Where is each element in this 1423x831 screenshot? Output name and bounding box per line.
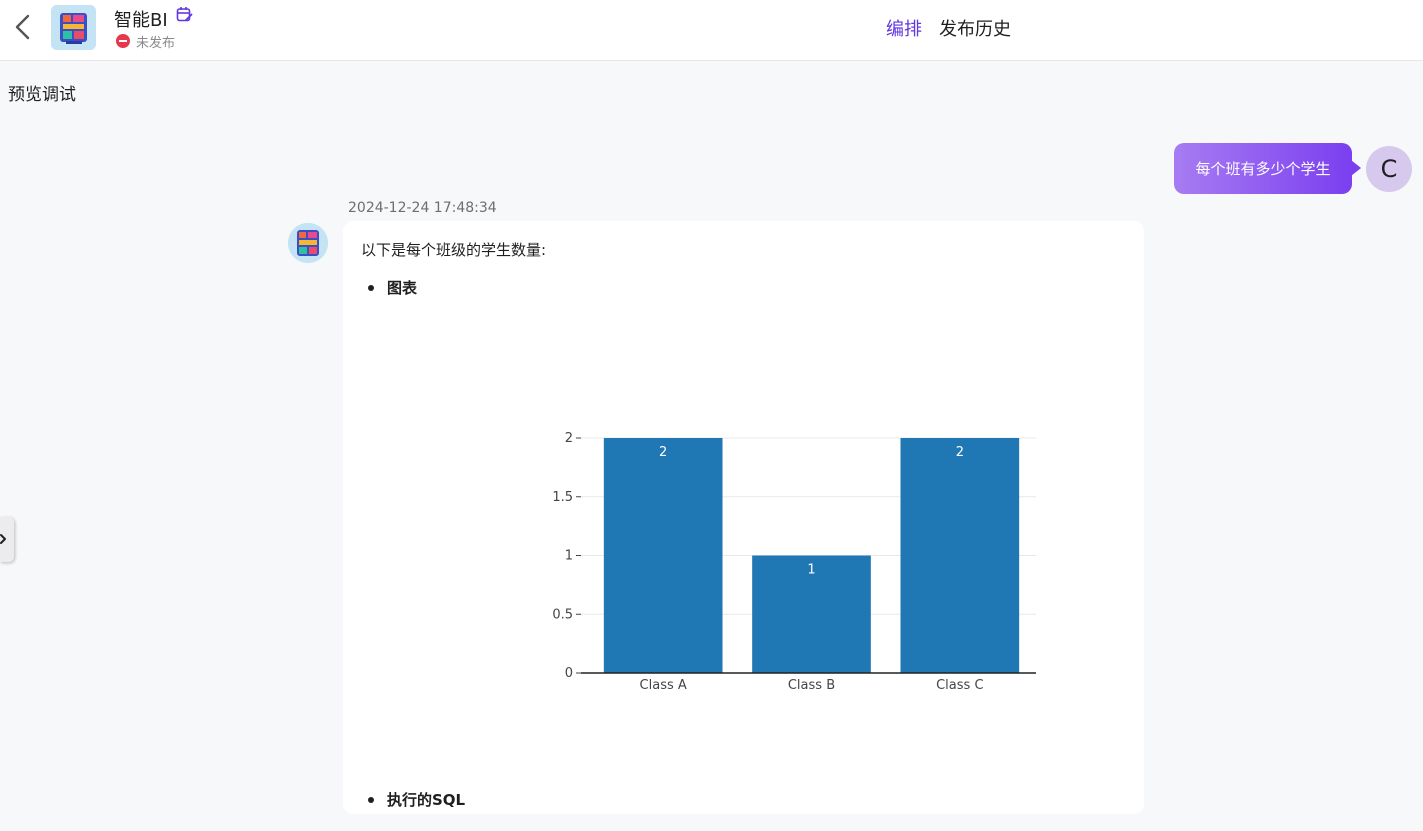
y-tick-label: 1 xyxy=(565,549,573,564)
bar xyxy=(900,438,1020,673)
edit-icon[interactable] xyxy=(176,6,193,23)
y-tick-label: 1.5 xyxy=(552,490,573,505)
status-label: 未发布 xyxy=(136,35,176,51)
publish-status: 未发布 xyxy=(116,33,176,51)
bot-message-card: 以下是每个班级的学生数量: 图表 212 0 0.5 1 1.5 2 Class A Cla… xyxy=(343,221,1144,814)
unpublished-icon xyxy=(116,34,130,48)
y-tick-label: 2 xyxy=(565,431,573,446)
app-header: 智能BI 未发布 编排 发布历史 xyxy=(0,0,1423,61)
app-logo xyxy=(51,5,96,50)
bar xyxy=(603,438,723,673)
bar-value-label: 2 xyxy=(659,445,667,460)
tab-arrange[interactable]: 编排 xyxy=(886,15,922,41)
panel-title: 预览调试 xyxy=(8,85,76,105)
y-tick-label: 0.5 xyxy=(552,607,573,622)
bar-value-label: 1 xyxy=(807,563,815,578)
back-arrow-icon[interactable] xyxy=(10,12,36,42)
header-tabs: 编排 发布历史 xyxy=(886,15,1011,41)
x-tick-label: Class C xyxy=(936,678,983,693)
x-tick-label: Class B xyxy=(788,678,835,693)
user-message-bubble: 每个班有多少个学生 xyxy=(1174,143,1361,194)
bot-avatar xyxy=(288,223,328,263)
bullet-sql: 执行的SQL xyxy=(367,791,466,809)
user-avatar[interactable]: C xyxy=(1366,146,1412,192)
x-tick-label: Class A xyxy=(640,678,687,693)
app-name: 智能BI xyxy=(114,10,168,31)
bar-chart: 2 1 2 0 0.5 1 1.5 2 Class A Class B Class C xyxy=(552,431,1036,693)
tab-publish-history[interactable]: 发布历史 xyxy=(939,15,1011,41)
y-tick-label: 0 xyxy=(565,666,573,681)
bar-value-label: 2 xyxy=(956,445,964,460)
chevron-right-icon xyxy=(0,534,6,544)
sidebar-toggle[interactable] xyxy=(0,517,14,562)
message-timestamp: 2024-12-24 17:48:34 xyxy=(348,200,497,216)
